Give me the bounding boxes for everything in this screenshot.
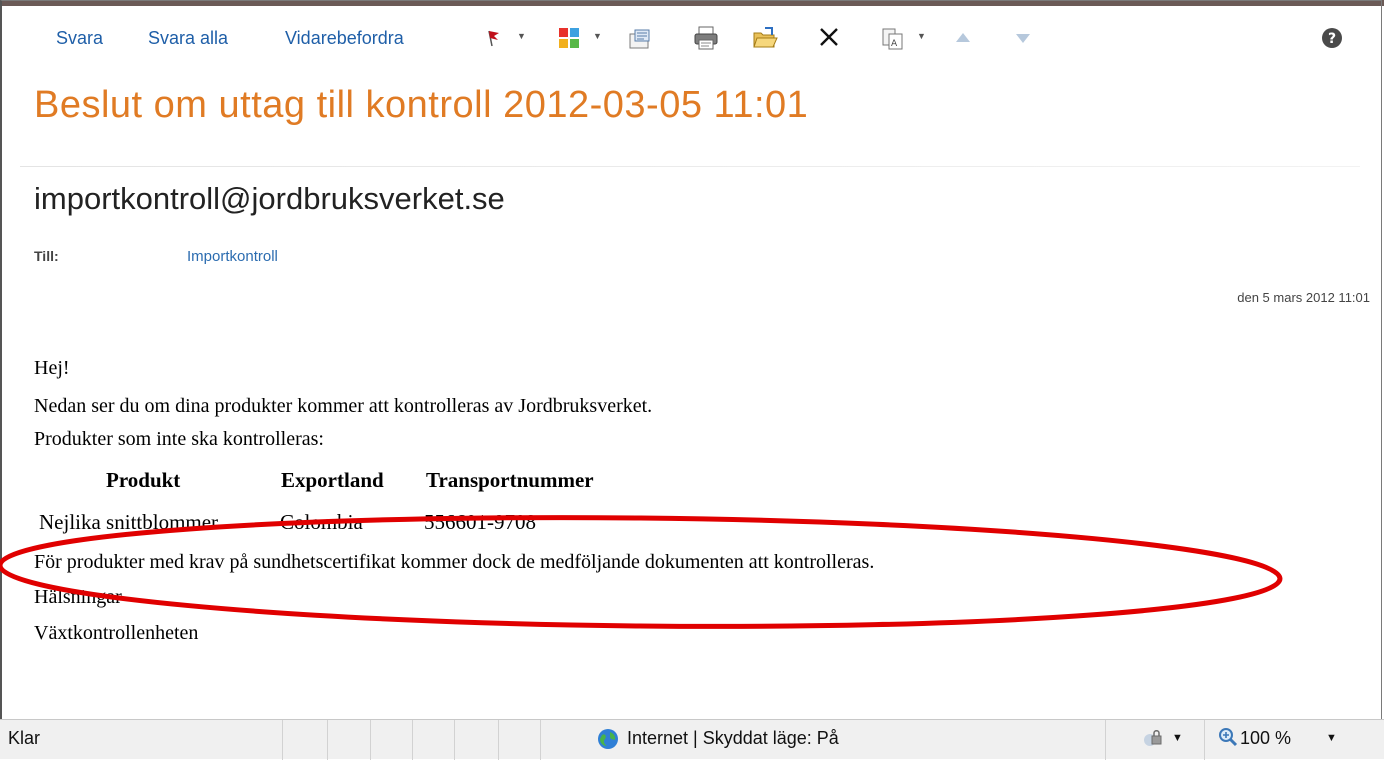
flag-icon[interactable] — [483, 28, 503, 48]
svg-text:A: A — [891, 39, 898, 49]
body-line-3: För produkter med krav på sundhetscertif… — [34, 551, 875, 573]
body-greeting: Hej! — [34, 357, 70, 379]
status-text: Klar — [8, 728, 41, 748]
zoom-level[interactable]: 100 % — [1240, 728, 1291, 749]
status-text-cell — [0, 720, 283, 760]
status-cell — [413, 720, 455, 760]
encoding-dropdown-icon[interactable]: ▼ — [917, 31, 926, 41]
print-icon[interactable] — [693, 25, 719, 51]
body-closing: Hälsningar — [34, 586, 122, 608]
open-folder-icon[interactable] — [752, 25, 778, 51]
svg-text:?: ? — [1328, 31, 1336, 47]
to-label: Till: — [34, 248, 59, 264]
status-cell — [455, 720, 499, 760]
help-icon[interactable]: ? — [1321, 27, 1343, 49]
to-recipient-link[interactable]: Importkontroll — [187, 248, 278, 265]
body-line-1: Nedan ser du om dina produkter kommer at… — [34, 395, 653, 417]
body-line-2: Produkter som inte ska kontrolleras: — [34, 428, 324, 450]
move-to-folder-icon[interactable] — [627, 26, 653, 52]
status-cell — [499, 720, 541, 760]
message-date: den 5 mars 2012 11:01 — [1237, 290, 1370, 305]
delete-icon[interactable] — [818, 26, 840, 48]
categorize-icon[interactable] — [557, 26, 581, 50]
next-item-icon[interactable] — [1014, 30, 1032, 46]
message-sender: importkontroll@jordbruksverket.se — [34, 181, 505, 216]
reply-button[interactable]: Svara — [56, 28, 103, 49]
table-header-transport-number: Transportnummer — [426, 468, 594, 492]
zoom-dropdown-icon[interactable]: ▼ — [1326, 732, 1337, 744]
forward-button[interactable]: Vidarebefordra — [285, 28, 404, 49]
table-header-product: Produkt — [106, 468, 181, 492]
flag-dropdown-icon[interactable]: ▼ — [517, 31, 526, 41]
categorize-dropdown-icon[interactable]: ▼ — [593, 31, 602, 41]
encoding-icon[interactable]: A — [880, 26, 906, 52]
reply-all-button[interactable]: Svara alla — [148, 28, 228, 49]
protected-mode-icon[interactable] — [1142, 727, 1164, 749]
status-cell — [371, 720, 413, 760]
body-signature: Växtkontrollenheten — [34, 622, 199, 644]
table-cell-transport-number: 556601-9708 — [424, 510, 536, 534]
message-toolbar: Svara Svara alla Vidarebefordra — [0, 10, 1384, 50]
header-divider — [20, 166, 1360, 167]
status-cell — [283, 720, 328, 760]
status-cell — [328, 720, 371, 760]
zoom-icon[interactable] — [1218, 727, 1238, 747]
table-cell-export-country: Colombia — [280, 510, 363, 534]
table-cell-product: Nejlika snittblommer — [39, 510, 219, 534]
protected-mode-dropdown-icon[interactable]: ▼ — [1172, 732, 1183, 744]
security-zone-text[interactable]: Internet | Skyddat läge: På — [627, 728, 839, 749]
table-header-export-country: Exportland — [281, 468, 384, 492]
previous-item-icon[interactable] — [954, 30, 972, 46]
message-subject: Beslut om uttag till kontroll 2012-03-05… — [34, 84, 809, 126]
globe-icon — [598, 729, 618, 749]
